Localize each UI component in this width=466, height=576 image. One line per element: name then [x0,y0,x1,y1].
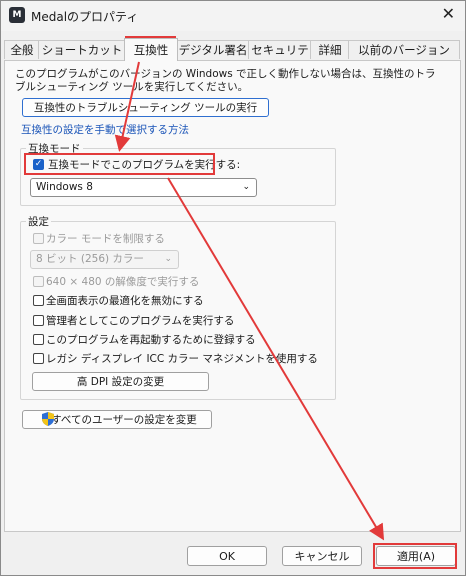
run-as-admin-checkbox[interactable] [33,315,44,326]
tab-general[interactable]: 全般 [4,40,40,59]
color-mode-select[interactable]: 8 ビット (256) カラー ⌄ [30,250,179,269]
uac-shield-icon [42,412,54,426]
register-restart-label: このプログラムを再起動するために登録する [46,334,256,346]
run-as-admin-label: 管理者としてこのプログラムを実行する [46,315,235,327]
os-version-value: Windows 8 [36,181,93,193]
fullscreen-opt-label: 全画面表示の最適化を無効にする [46,295,204,307]
close-icon[interactable]: ✕ [442,4,455,23]
register-restart-checkbox[interactable] [33,334,44,345]
high-dpi-settings-button[interactable]: 高 DPI 設定の変更 [32,372,209,391]
os-version-select[interactable]: Windows 8 ⌄ [30,178,257,197]
checkbox-highlight-box [24,153,215,175]
chevron-down-icon: ⌄ [164,254,172,264]
reduced-color-label: カラー モードを制限する [46,233,165,245]
manual-settings-link[interactable]: 互換性の設定を手動で選択する方法 [21,122,189,137]
title-bar: M Medalのプロパティ ✕ [1,1,465,31]
description-text: このプログラムがこのバージョンの Windows で正しく動作しない場合は、互換… [15,68,436,93]
tab-shortcut[interactable]: ショートカット [38,40,126,59]
color-mode-value: 8 ビット (256) カラー [36,253,144,265]
apply-highlight-box [373,543,457,569]
tab-strip: 全般 ショートカット 互換性 デジタル署名 セキュリティ 詳細 以前のバージョン [4,38,460,75]
fullscreen-opt-checkbox[interactable] [33,295,44,306]
tab-compatibility[interactable]: 互換性 [124,38,178,61]
tab-previous-versions[interactable]: 以前のバージョン [348,40,460,59]
tab-security[interactable]: セキュリティ [248,40,312,75]
window-title: Medalのプロパティ [31,10,139,24]
settings-group-label: 設定 [26,214,51,229]
chevron-down-icon: ⌄ [242,182,250,192]
legacy-icc-checkbox[interactable] [33,353,44,364]
tab-digital-signatures[interactable]: デジタル署名 [176,40,250,59]
tab-details[interactable]: 詳細 [310,40,350,59]
ok-button[interactable]: OK [187,546,267,566]
cancel-button[interactable]: キャンセル [282,546,362,566]
reduced-color-checkbox[interactable] [33,233,44,244]
res-640-checkbox[interactable] [33,276,44,287]
legacy-icc-label: レガシ ディスプレイ ICC カラー マネジメントを使用する [46,353,318,365]
medal-app-icon: M [9,7,25,23]
res-640-label: 640 × 480 の解像度で実行する [46,276,200,288]
run-troubleshooter-button[interactable]: 互換性のトラブルシューティング ツールの実行 [22,98,269,117]
